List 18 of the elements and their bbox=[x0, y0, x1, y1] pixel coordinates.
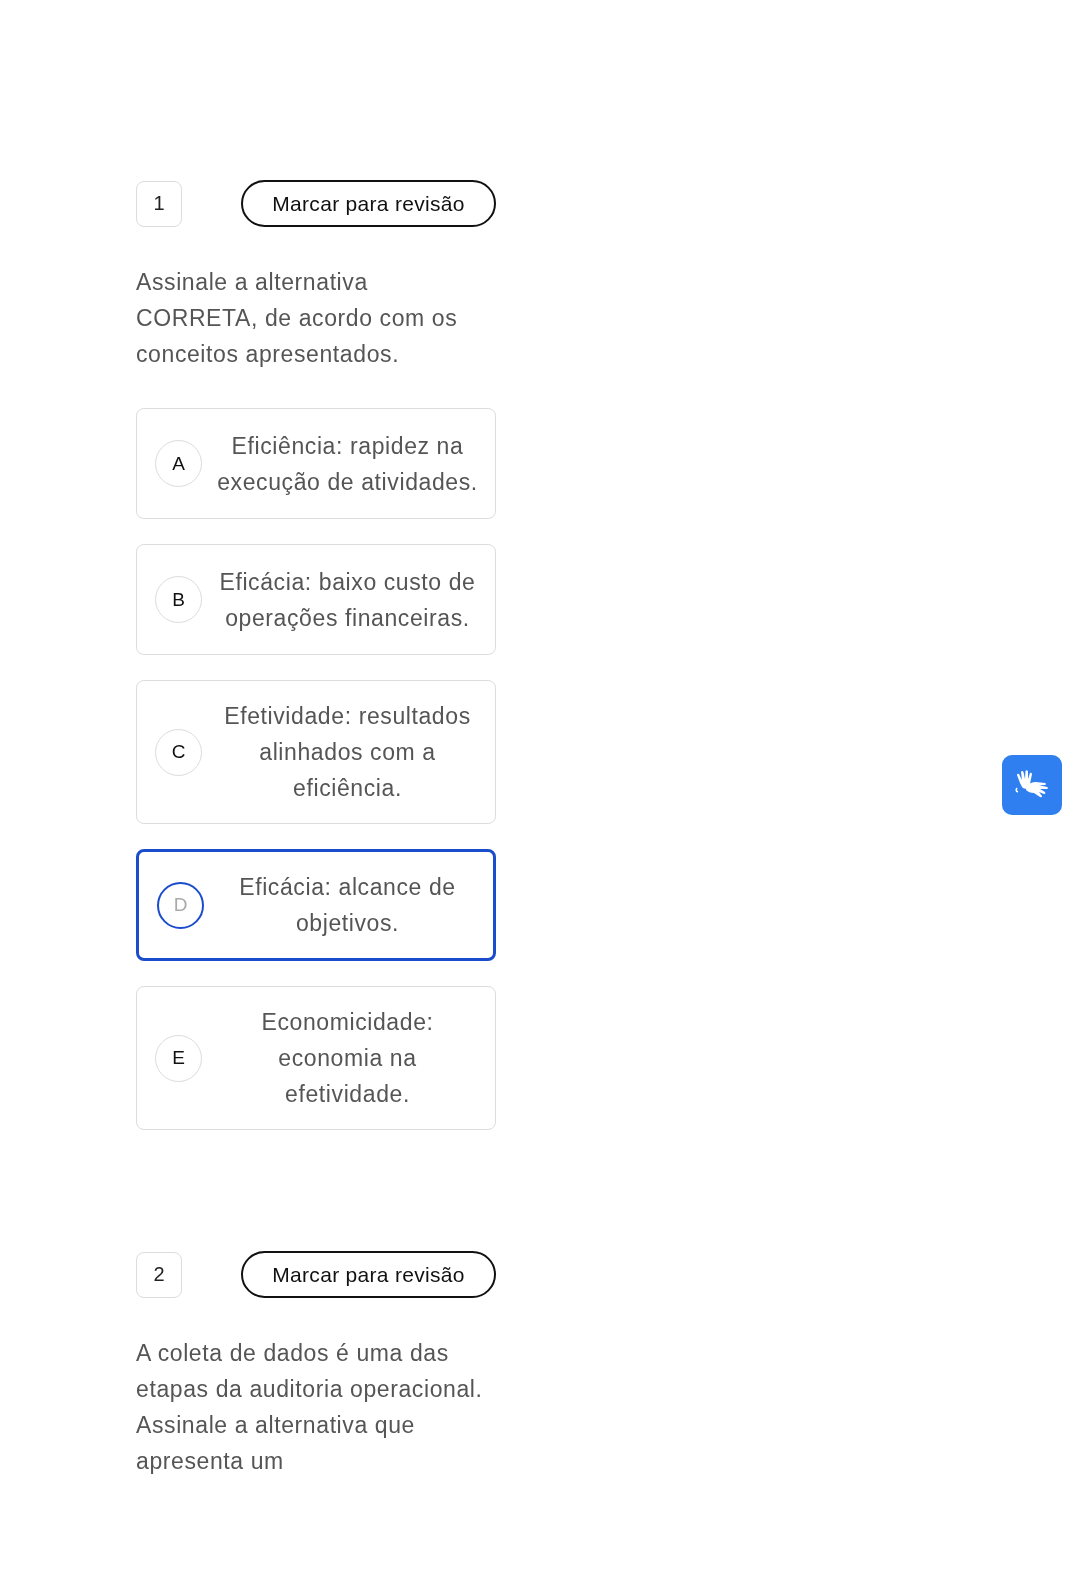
answer-option[interactable]: B Eficácia: baixo custo de operações financeiras. bbox=[136, 544, 496, 655]
question-number: 1 bbox=[136, 180, 182, 227]
answer-option[interactable]: C Efetividade: resultados alinhados com a eficiência. bbox=[136, 680, 496, 824]
sign-language-button[interactable] bbox=[1002, 755, 1062, 815]
answer-option[interactable]: A Eficiência: rapidez na execução de atividades. bbox=[136, 408, 496, 519]
answer-option[interactable]: D Eficácia: alcance de objetivos. bbox=[136, 849, 496, 961]
question-number: 2 bbox=[136, 1251, 182, 1298]
option-letter: D bbox=[157, 881, 204, 929]
option-text: Efetividade: resultados alinhados com a eficiência. bbox=[223, 702, 472, 803]
option-text: Economicidade: economia na efetividade. bbox=[260, 1008, 435, 1109]
option-text: Eficiência: rapidez na execução de atividades. bbox=[216, 431, 479, 497]
question-text: A coleta de dados é uma das etapas da auditoria operacional. Assinale a alternativa que apresenta um bbox=[136, 1339, 484, 1476]
option-text: Eficácia: alcance de objetivos. bbox=[238, 873, 457, 938]
question-text: Assinale a alternativa CORRETA, de acordo com os conceitos apresentados. bbox=[136, 268, 459, 369]
option-text: Eficácia: baixo custo de operações financeiras. bbox=[218, 567, 477, 633]
review-button[interactable]: Marcar para revisão bbox=[241, 1251, 496, 1298]
answer-option[interactable]: E Economicidade: economia na efetividade. bbox=[136, 986, 496, 1130]
review-button[interactable]: Marcar para revisão bbox=[241, 180, 496, 227]
